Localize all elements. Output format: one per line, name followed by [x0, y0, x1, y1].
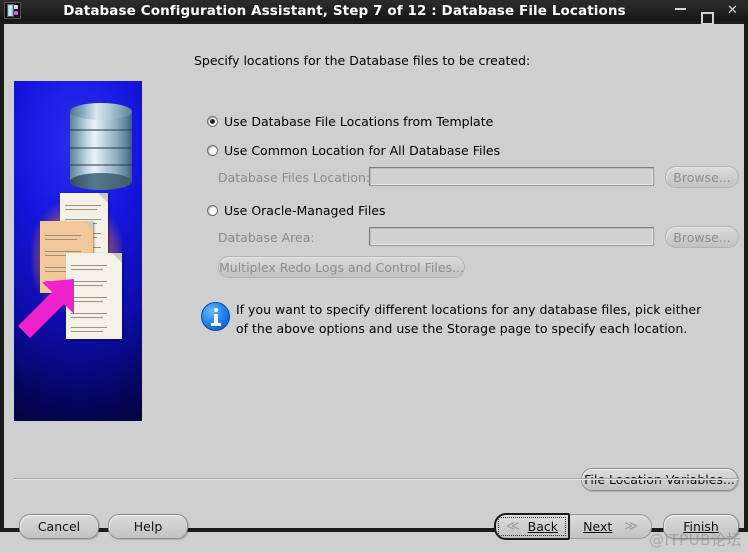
browse-button-database-area[interactable]: Browse... [665, 226, 739, 248]
info-message: If you want to specify different locatio… [236, 302, 702, 336]
radio-label: Use Common Location for All Database Fil… [224, 143, 501, 158]
cancel-button[interactable]: Cancel [19, 514, 99, 539]
radio-use-template[interactable]: Use Database File Locations from Templat… [207, 114, 493, 129]
multiplex-redo-logs-button[interactable]: Multiplex Redo Logs and Control Files... [218, 256, 465, 278]
close-icon[interactable]: ✕ [726, 4, 739, 17]
radio-use-common-location[interactable]: Use Common Location for All Database Fil… [207, 143, 500, 158]
radio-button-indicator[interactable] [207, 145, 218, 156]
database-area-input[interactable] [369, 227, 654, 246]
radio-label: Use Database File Locations from Templat… [224, 114, 494, 129]
navigation-button-group: ≪ Back Next ≫ [494, 513, 652, 540]
window-controls: ✕ [674, 4, 748, 25]
page-instruction: Specify locations for the Database files… [194, 53, 531, 68]
info-icon [201, 302, 230, 331]
database-files-location-input[interactable] [369, 167, 654, 186]
watermark: @ITPUB论坛 [649, 531, 742, 549]
pointer-arrow-icon [16, 277, 76, 339]
application-window: Database Configuration Assistant, Step 7… [0, 0, 748, 549]
chevron-right-icon: ≫ [624, 519, 638, 534]
back-button[interactable]: ≪ Back [494, 513, 570, 540]
footer-separator [14, 478, 738, 480]
client-area: Specify locations for the Database files… [4, 24, 744, 549]
chevron-left-icon: ≪ [506, 519, 520, 534]
radio-button-indicator[interactable] [207, 205, 218, 216]
window-icon [4, 2, 21, 19]
window-title: Database Configuration Assistant, Step 7… [63, 2, 626, 19]
help-button[interactable]: Help [108, 514, 188, 539]
browse-button-database-files[interactable]: Browse... [665, 166, 739, 188]
radio-label: Use Oracle-Managed Files [224, 203, 386, 218]
radio-button-indicator[interactable] [207, 116, 218, 127]
next-button[interactable]: Next ≫ [570, 514, 652, 539]
database-files-illustration [14, 81, 142, 421]
database-files-location-label: Database Files Location: [218, 170, 371, 185]
radio-use-oracle-managed-files[interactable]: Use Oracle-Managed Files [207, 203, 386, 218]
database-cylinder-icon [70, 103, 132, 190]
title-bar: Database Configuration Assistant, Step 7… [0, 0, 748, 25]
database-area-label: Database Area: [218, 230, 315, 245]
